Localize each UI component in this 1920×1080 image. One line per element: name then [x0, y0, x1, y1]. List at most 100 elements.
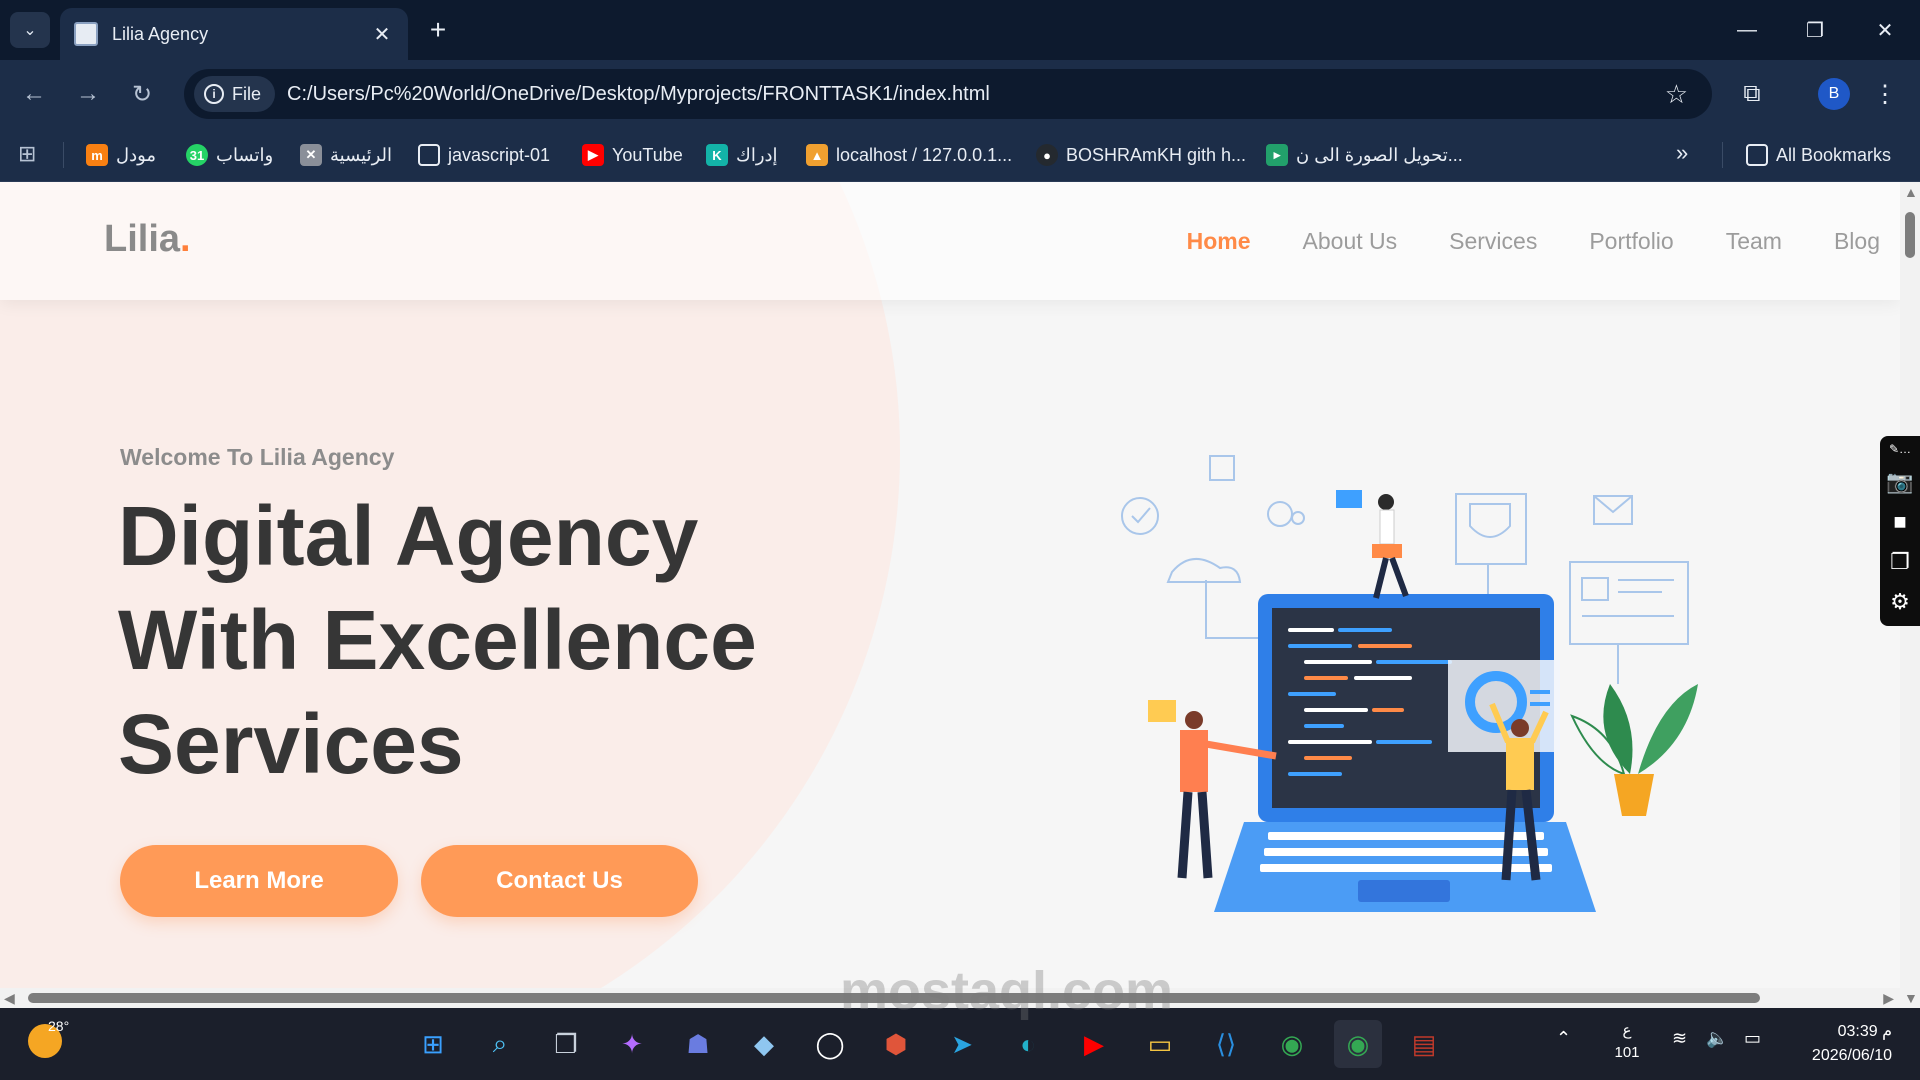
teams-icon[interactable]: ☗ [674, 1020, 722, 1068]
folder-icon [1746, 144, 1768, 166]
bookmark-whatsapp[interactable]: 31 واتساب [186, 140, 273, 170]
clock-date: 2026/06/10 [1811, 1047, 1892, 1064]
bookmark-label: BOSHRAmKH gith h... [1066, 144, 1247, 165]
hero-illustration [1121, 455, 1698, 912]
store-icon[interactable]: ⬢ [872, 1020, 920, 1068]
winrar-icon[interactable]: ▤ [1400, 1020, 1448, 1068]
learn-more-button[interactable]: Learn More [120, 845, 398, 917]
scroll-right-icon[interactable]: ▶ [1883, 990, 1894, 1007]
browser-tab-bar: ⌄ Lilia Agency ✕ + — ❐ ✕ [0, 0, 1920, 60]
gear-icon[interactable]: ⚙ [1890, 586, 1910, 618]
extensions-icon[interactable]: ⧉ [1734, 76, 1770, 112]
contact-us-button[interactable]: Contact Us [421, 845, 698, 917]
language-line: ع [1622, 1022, 1632, 1039]
task-view-icon[interactable]: ❐ [542, 1020, 590, 1068]
search-icon[interactable]: ⌕ [476, 1020, 524, 1068]
reload-button[interactable]: ↻ [124, 76, 160, 112]
nav-blog[interactable]: Blog [1834, 228, 1880, 255]
whatsapp-icon: 31 [186, 144, 208, 166]
site-info-chip[interactable]: i File [194, 76, 276, 112]
nav-team[interactable]: Team [1726, 228, 1782, 255]
favicon-icon [74, 22, 98, 46]
all-bookmarks-button[interactable]: All Bookmarks [1746, 140, 1891, 170]
bookmark-star-icon[interactable]: ☆ [1665, 79, 1688, 110]
weather-widget[interactable]: 28° [28, 1018, 69, 1058]
folder-icon [418, 144, 440, 166]
scroll-down-icon[interactable]: ▼ [1904, 990, 1918, 1006]
bookmark-github[interactable]: ● BOSHRAmKH gith h... [1036, 140, 1246, 170]
url-text[interactable]: C:/Users/Pc%20World/OneDrive/Desktop/Myp… [287, 83, 1665, 106]
hero-welcome-text: Welcome To Lilia Agency [120, 444, 395, 470]
language-line: 101 [1614, 1044, 1640, 1061]
bookmark-label: مودل [116, 144, 157, 165]
language-indicator[interactable]: ع 101 [1612, 1020, 1642, 1064]
logo-dot: . [180, 218, 191, 260]
edraak-icon: K [706, 144, 728, 166]
bookmarks-divider [63, 142, 64, 168]
site-logo[interactable]: Lilia. [104, 218, 191, 261]
moodle-icon: m [86, 144, 108, 166]
address-bar[interactable]: i File C:/Users/Pc%20World/OneDrive/Desk… [184, 69, 1712, 119]
nav-about-us[interactable]: About Us [1303, 228, 1398, 255]
profile-avatar[interactable]: B [1818, 78, 1850, 110]
youtube-icon[interactable]: ▶ [1070, 1020, 1118, 1068]
bookmark-image-converter[interactable]: ▸ تحويل الصورة الى ن... [1266, 140, 1463, 170]
bookmark-youtube[interactable]: ▶ YouTube [582, 140, 683, 170]
info-icon: i [204, 84, 224, 104]
volume-icon[interactable]: 🔈 [1706, 1028, 1728, 1049]
bookmark-javascript-01[interactable]: javascript-01 [418, 140, 550, 170]
pin-icon[interactable]: ✎… [1889, 440, 1911, 458]
headline-line: With Excellence [118, 593, 757, 687]
scroll-up-icon[interactable]: ▲ [1904, 184, 1918, 200]
apps-grid-icon[interactable]: ⊞ [18, 142, 42, 166]
site-info-label: File [232, 83, 262, 104]
minimize-button[interactable]: — [1722, 10, 1772, 50]
cube-app-icon[interactable]: ◆ [740, 1020, 788, 1068]
phpmyadmin-icon: ▲ [806, 144, 828, 166]
chevron-right-double-icon[interactable]: » [1676, 140, 1688, 166]
whatsapp-icon[interactable]: ◯ [806, 1020, 854, 1068]
file-explorer-icon[interactable]: ▭ [1136, 1020, 1184, 1068]
bookmark-label: localhost / 127.0.0.1... [836, 144, 1013, 165]
chrome-icon[interactable]: ◉ [1268, 1020, 1316, 1068]
browser-menu-icon[interactable]: ⋮ [1870, 76, 1900, 112]
bookmark-edraak[interactable]: K إدراك [706, 140, 778, 170]
watermark: mostaql.com [840, 961, 1174, 1021]
system-clock[interactable]: 03:39 م 2026/06/10 [1796, 1020, 1892, 1068]
bookmark-localhost[interactable]: ▲ localhost / 127.0.0.1... [806, 140, 1012, 170]
bookmarks-bar: ⊞ m مودل 31 واتساب ✕ الرئيسية javascript… [0, 128, 1920, 182]
converter-icon: ▸ [1266, 144, 1288, 166]
back-button[interactable]: ← [16, 76, 52, 112]
nav-services[interactable]: Services [1449, 228, 1537, 255]
close-window-button[interactable]: ✕ [1860, 10, 1910, 50]
bookmark-home[interactable]: ✕ الرئيسية [300, 140, 392, 170]
telegram-icon[interactable]: ➤ [938, 1020, 986, 1068]
nav-portfolio[interactable]: Portfolio [1589, 228, 1673, 255]
forward-button[interactable]: → [70, 76, 106, 112]
browser-tab-active[interactable]: Lilia Agency ✕ [60, 8, 408, 60]
chrome-profile-icon[interactable]: ◉ [1334, 1020, 1382, 1068]
battery-icon[interactable]: ▭ [1744, 1028, 1761, 1049]
clock-time: 03:39 م [1837, 1023, 1892, 1040]
scrollbar-thumb[interactable] [1905, 212, 1915, 258]
vscode-icon[interactable]: ⟨⟩ [1202, 1020, 1250, 1068]
chevron-down-icon: ⌄ [23, 22, 37, 39]
youtube-icon: ▶ [582, 144, 604, 166]
close-tab-icon[interactable]: ✕ [370, 22, 394, 47]
copilot-icon[interactable]: ✦ [608, 1020, 656, 1068]
wifi-icon[interactable]: ≋ [1672, 1028, 1687, 1049]
chevron-up-icon[interactable]: ⌃ [1556, 1028, 1571, 1049]
scroll-left-icon[interactable]: ◀ [4, 990, 15, 1007]
weather-temp: 28° [48, 1018, 70, 1034]
nav-home[interactable]: Home [1187, 228, 1251, 255]
page-viewport: Lilia. Home About Us Services Portfolio … [0, 182, 1920, 1008]
tab-search-button[interactable]: ⌄ [10, 12, 50, 48]
camera-icon[interactable]: 📷 [1886, 466, 1913, 498]
window-icon[interactable]: ❐ [1890, 546, 1910, 578]
video-camera-icon[interactable]: ■ [1893, 506, 1906, 538]
bookmark-moodle[interactable]: m مودل [86, 140, 156, 170]
new-tab-button[interactable]: + [420, 12, 456, 48]
restore-button[interactable]: ❐ [1790, 10, 1840, 50]
start-windows-icon[interactable]: ⊞ [409, 1020, 457, 1068]
edge-icon[interactable]: ◐ [1004, 1020, 1052, 1068]
